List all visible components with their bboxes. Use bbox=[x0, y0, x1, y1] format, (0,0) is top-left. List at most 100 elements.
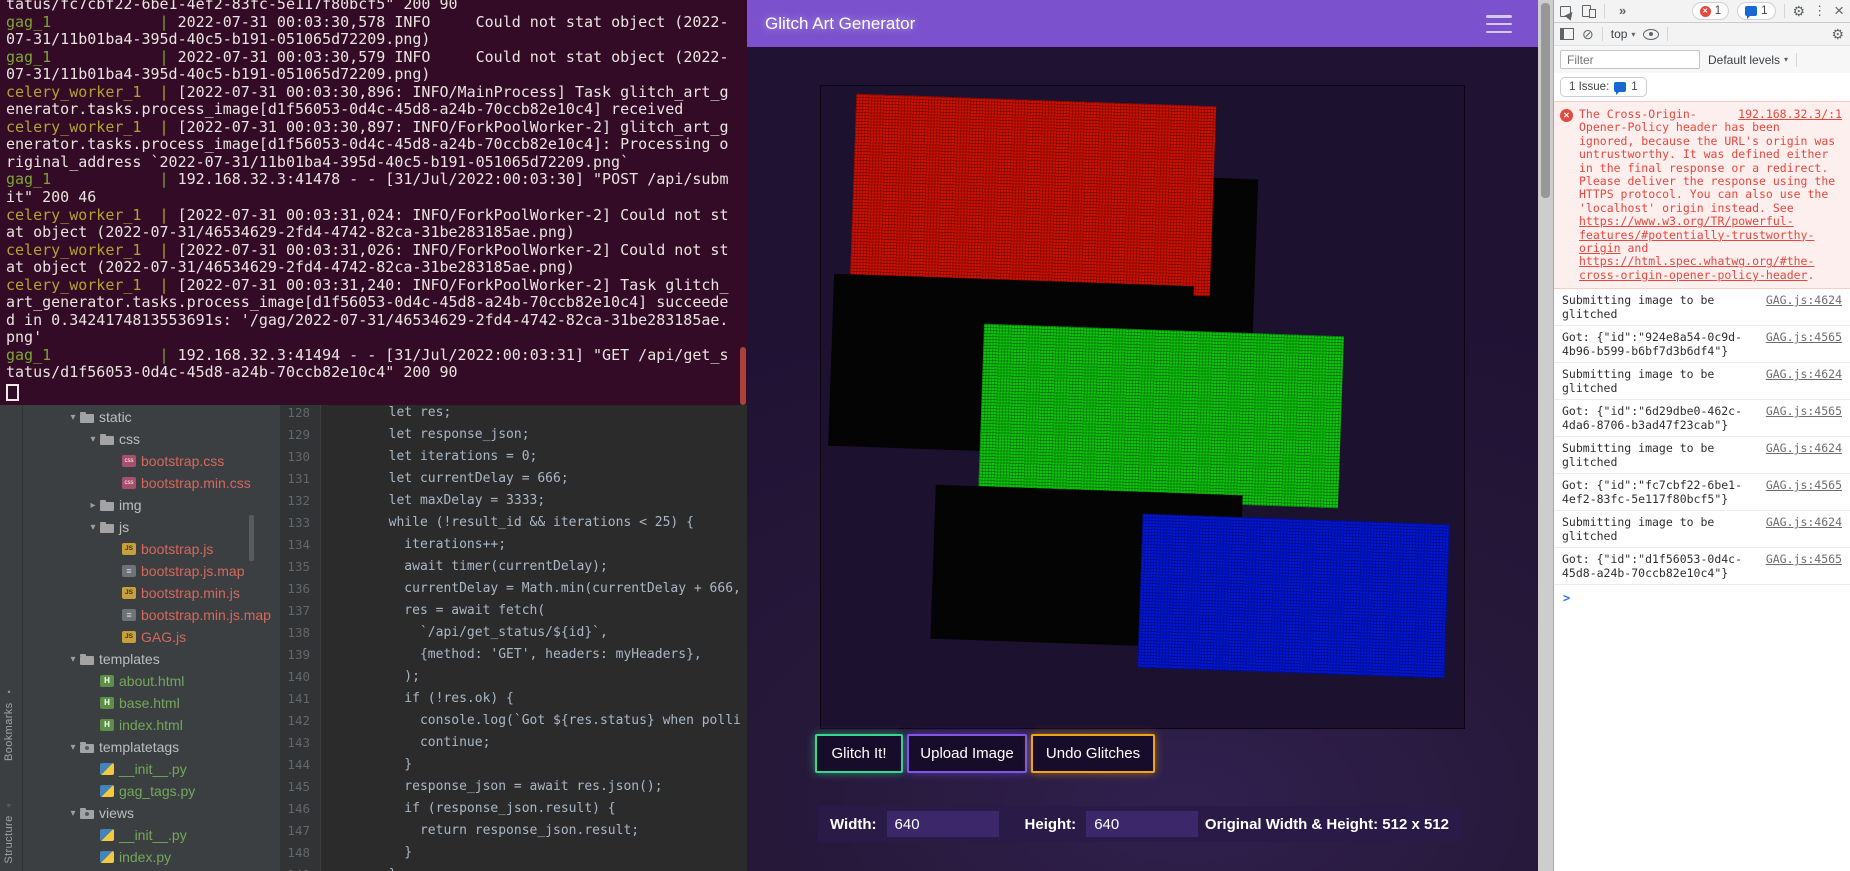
ide-tool-stripe: Bookmarks ▪ Structure ▫ bbox=[0, 405, 23, 871]
tree-item[interactable]: ▾ js bbox=[22, 516, 280, 538]
kebab-menu-icon[interactable]: ⋮ bbox=[1813, 4, 1826, 18]
upload-image-button[interactable]: Upload Image bbox=[907, 734, 1027, 773]
console-source-link[interactable]: GAG.js:4624 bbox=[1762, 367, 1842, 395]
tree-item[interactable]: about.html bbox=[22, 670, 280, 692]
issues-summary: 1 Issue: bbox=[1569, 81, 1609, 93]
console-source-link[interactable]: GAG.js:4624 bbox=[1762, 441, 1842, 469]
error-link-2[interactable]: https://html.spec.whatwg.org/#the-cross-… bbox=[1579, 254, 1814, 281]
tree-item[interactable]: bootstrap.min.css bbox=[22, 472, 280, 494]
error-count-badge[interactable]: ✕ 1 bbox=[1692, 2, 1729, 20]
console-source-link[interactable]: GAG.js:4565 bbox=[1762, 404, 1842, 432]
error-count: 1 bbox=[1715, 5, 1721, 17]
console-source-link[interactable]: GAG.js:4565 bbox=[1762, 478, 1842, 506]
console-source-link[interactable]: GAG.js:4565 bbox=[1762, 552, 1842, 580]
project-tree[interactable]: ▾ static ▾ css bootstrap.css bbox=[22, 405, 280, 871]
tree-item[interactable]: index.py bbox=[22, 846, 280, 868]
console-sidebar-icon[interactable] bbox=[1560, 28, 1574, 40]
chevron-icon[interactable]: ▸ bbox=[86, 500, 100, 511]
code-text: res = await fetch( bbox=[373, 600, 545, 622]
line-number: 148 bbox=[282, 842, 310, 864]
service-name: celery_worker_1 | bbox=[6, 276, 169, 294]
height-input[interactable] bbox=[1086, 811, 1198, 837]
hamburger-menu-icon[interactable] bbox=[1486, 15, 1512, 33]
clear-console-icon[interactable]: ⊘ bbox=[1582, 27, 1594, 41]
tree-item[interactable]: ▾ templatetags bbox=[22, 736, 280, 758]
chevron-icon[interactable]: ▾ bbox=[66, 742, 80, 753]
console-settings-gear-icon[interactable]: ⚙ bbox=[1831, 27, 1844, 41]
context-label: top bbox=[1611, 27, 1628, 41]
console-prompt[interactable]: > bbox=[1554, 585, 1850, 611]
app-title: Glitch Art Generator bbox=[765, 14, 915, 34]
tree-item[interactable]: bootstrap.min.js.map bbox=[22, 604, 280, 626]
close-devtools-icon[interactable]: × bbox=[1834, 4, 1844, 18]
terminal-line: celery_worker_1 | [2022-07-31 00:03:31,0… bbox=[6, 207, 747, 225]
tree-item[interactable]: bootstrap.js.map bbox=[22, 560, 280, 582]
page-scrollbar-thumb[interactable] bbox=[1541, 3, 1550, 198]
issues-bar: 1 Issue: 1 bbox=[1554, 73, 1850, 101]
context-selector[interactable]: top ▾ bbox=[1611, 27, 1636, 41]
chevron-icon[interactable]: ▾ bbox=[86, 522, 100, 533]
tree-scrollbar[interactable] bbox=[249, 515, 254, 561]
tree-item[interactable]: __init__.py bbox=[22, 758, 280, 780]
inspect-element-icon[interactable] bbox=[1560, 5, 1574, 18]
structure-tool-button[interactable]: Structure ▫ bbox=[3, 800, 15, 864]
log-text: enerator.tasks.process_image[d1f56053-0d… bbox=[6, 100, 683, 118]
service-name: celery_worker_1 | bbox=[6, 83, 169, 101]
tree-item[interactable]: gag_tags.py bbox=[22, 780, 280, 802]
code-text: `/api/get_status/${id}`, bbox=[373, 622, 608, 644]
tree-item[interactable]: ▾ css bbox=[22, 428, 280, 450]
console-source-link[interactable]: GAG.js:4624 bbox=[1762, 515, 1842, 543]
tree-item[interactable]: ▸ img bbox=[22, 494, 280, 516]
chevron-icon[interactable]: ▾ bbox=[66, 654, 80, 665]
message-count-badge[interactable]: 1 bbox=[1737, 2, 1775, 20]
divider bbox=[1667, 27, 1668, 41]
code-line: 146 if (response_json.result) { bbox=[280, 798, 747, 820]
file-icon bbox=[122, 565, 136, 577]
line-number: 128 bbox=[282, 405, 310, 424]
console-log-message: Got: {"id":"d1f56053-0d4c-45d8-a24b-70cc… bbox=[1562, 552, 1762, 580]
tree-item[interactable]: ▾ templates bbox=[22, 648, 280, 670]
page-scrollbar[interactable] bbox=[1538, 0, 1553, 871]
console-source-link[interactable]: GAG.js:4624 bbox=[1762, 293, 1842, 321]
divider bbox=[1796, 53, 1797, 67]
console-source-link[interactable]: GAG.js:4565 bbox=[1762, 330, 1842, 358]
tree-item[interactable]: ▾ views bbox=[22, 802, 280, 824]
bookmarks-tool-button[interactable]: Bookmarks ▪ bbox=[3, 687, 15, 761]
width-label: Width: bbox=[830, 816, 877, 833]
tree-item[interactable]: __init__.py bbox=[22, 824, 280, 846]
width-input[interactable] bbox=[887, 811, 999, 837]
tree-item[interactable]: bootstrap.js bbox=[22, 538, 280, 560]
live-expression-eye-icon[interactable] bbox=[1643, 29, 1659, 40]
terminal-scrollbar[interactable] bbox=[740, 347, 746, 405]
console-log-row: Got: {"id":"6d29dbe0-462c-4da6-8706-b3ad… bbox=[1554, 400, 1850, 437]
undo-glitches-button[interactable]: Undo Glitches bbox=[1031, 734, 1155, 773]
tree-item[interactable]: base.html bbox=[22, 692, 280, 714]
more-tabs-button[interactable]: » bbox=[1613, 0, 1632, 24]
settings-gear-icon[interactable]: ⚙ bbox=[1793, 4, 1806, 18]
tree-item[interactable]: bootstrap.css bbox=[22, 450, 280, 472]
chevron-icon[interactable]: ▾ bbox=[66, 412, 80, 423]
chevron-icon[interactable]: ▾ bbox=[86, 434, 100, 445]
device-toolbar-icon[interactable] bbox=[1582, 5, 1596, 17]
line-number: 133 bbox=[282, 512, 310, 534]
log-levels-selector[interactable]: Default levels ▾ bbox=[1708, 53, 1788, 67]
console-log-message: Submitting image to be glitched bbox=[1562, 441, 1762, 469]
error-source-link[interactable]: 192.168.32.3/:1 bbox=[1738, 108, 1842, 121]
error-text-end: . bbox=[1807, 268, 1814, 282]
glitch-it-button[interactable]: Glitch It! bbox=[815, 734, 903, 773]
tree-item[interactable]: GAG.js bbox=[22, 626, 280, 648]
issues-button[interactable]: 1 Issue: 1 bbox=[1560, 77, 1647, 97]
log-text: d in 0.3424174813553691s: '/gag/2022-07-… bbox=[6, 311, 728, 329]
terminal-window[interactable]: tatus/fc7cbf22-6be1-4ef2-83fc-5e117f80bc… bbox=[0, 0, 747, 405]
glitch-bar-red bbox=[850, 94, 1216, 296]
code-text: while (!result_id && iterations < 25) { bbox=[373, 512, 694, 534]
tree-item[interactable]: ▾ static bbox=[22, 406, 280, 428]
code-editor[interactable]: 128 let res; 129 let response_json; 130 … bbox=[280, 405, 747, 871]
console-log-row: Submitting image to be glitched GAG.js:4… bbox=[1554, 289, 1850, 326]
error-link-1[interactable]: https://www.w3.org/TR/powerful-features/… bbox=[1579, 214, 1814, 255]
chevron-icon[interactable]: ▾ bbox=[66, 808, 80, 819]
line-number: 147 bbox=[282, 820, 310, 842]
filter-input[interactable] bbox=[1560, 50, 1700, 69]
tree-item[interactable]: bootstrap.min.js bbox=[22, 582, 280, 604]
tree-item[interactable]: index.html bbox=[22, 714, 280, 736]
